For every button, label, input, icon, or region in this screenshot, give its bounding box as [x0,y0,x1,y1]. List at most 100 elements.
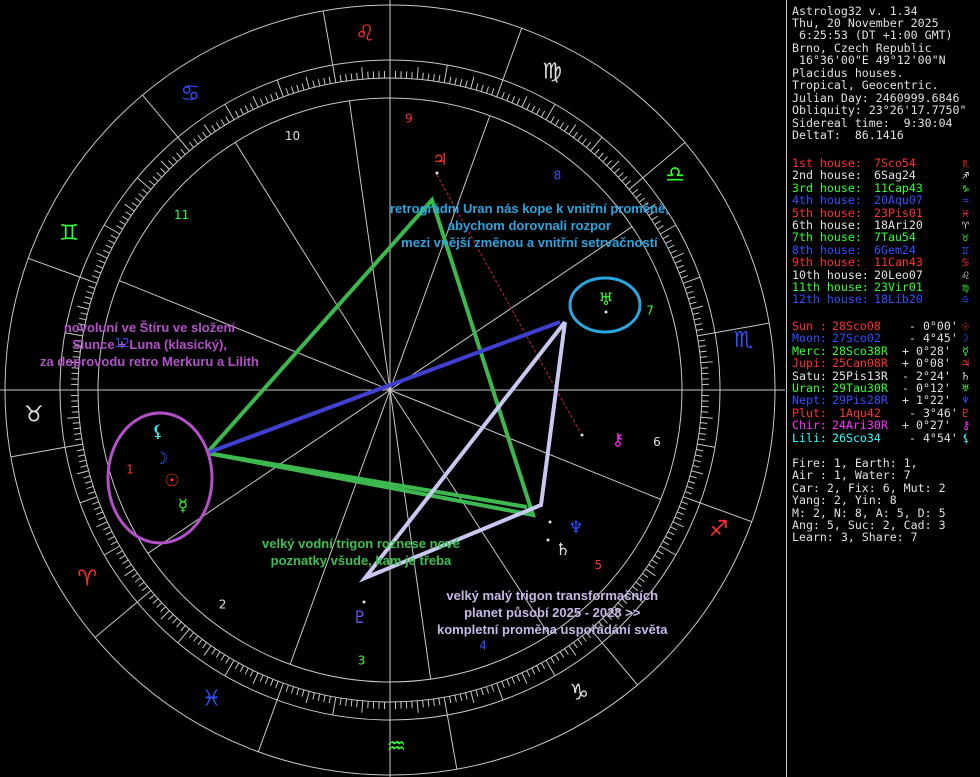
stats-line: Yang: 2, Yin: 8 [792,493,897,508]
degree-tick [464,692,468,700]
planet-label: Chir: [792,418,827,433]
uranus-icon: ♅ [598,290,613,310]
planet-label: Moon: [792,331,827,346]
degree-tick [176,152,182,159]
house-number: 6 [653,435,661,449]
degree-tick [131,202,138,208]
degree-tick [119,554,126,560]
degree-tick [628,177,644,190]
degree-tick [485,686,490,694]
degree-tick [606,160,612,166]
degree-tick [491,88,495,96]
degree-tick [92,275,99,279]
degree-tick [422,72,424,80]
zodiac-sign-icon: ♓ [202,687,222,712]
chart-coords: 16°36'00"E 49°12'00"N [792,53,946,67]
degree-tick [464,80,468,88]
planet-position: 24Ari30R [832,418,888,433]
degree-tick [285,684,289,692]
degree-tick [84,296,92,300]
degree-tick [259,674,264,682]
degree-tick [689,475,697,479]
degree-tick [197,638,203,646]
degree-tick [79,276,97,284]
degree-tick [211,125,216,132]
degree-tick [105,244,113,249]
planet-speed: - 4°54' [902,430,958,445]
annotation-uranus: retrográdní Uran nás kope k vnitřní prom… [390,200,669,251]
house-cusp-line [348,100,391,391]
degree-tick [617,172,624,178]
house-number: 3 [358,654,366,668]
annotation-water-trigon: velký vodní trigon roznese nové poznatky… [262,535,460,569]
degree-tick [239,665,244,672]
degree-tick [361,67,364,80]
annotation-uranus-line: abychom dorovnali rozpor [447,218,612,233]
moon-icon: ☽ [153,449,168,469]
degree-tick [559,651,565,658]
degree-tick [220,654,226,661]
degree-tick [290,86,295,94]
degree-tick [422,700,424,708]
degree-tick [134,197,142,203]
degree-tick [312,692,316,700]
degree-tick [572,131,578,138]
degree-tick [554,654,560,661]
degree-tick [197,134,203,142]
degree-tick [305,76,310,89]
degree-tick [686,485,694,490]
degree-tick [496,79,504,97]
degree-tick [79,496,97,504]
degree-tick [160,168,166,174]
planet-glyph-icon: ♃ [962,356,969,371]
degree-tick [290,686,295,694]
degree-tick [536,108,541,115]
degree-tick [598,152,604,159]
house-cusp-label: 4th house: [792,193,862,208]
degree-tick [332,697,337,716]
degree-tick [581,138,587,145]
degree-tick [443,64,448,83]
degree-tick [610,160,620,170]
degree-tick [568,645,577,656]
degree-tick [459,79,463,87]
annotation-new-moon-line: novoluní ve Štíru ve složení [63,320,236,335]
degree-tick [693,317,701,321]
degree-tick [275,92,279,99]
degree-tick [691,305,704,310]
degree-tick [276,79,284,97]
annotation-water-trigon-line: poznatky všude, kam je třeba [270,553,452,568]
degree-tick [74,432,82,435]
degree-tick [361,700,364,713]
degree-tick [276,683,284,701]
degree-tick [323,77,326,85]
degree-tick [305,691,310,704]
degree-tick [693,459,701,463]
degree-tick [516,98,521,106]
degree-tick [83,475,91,479]
degree-tick [564,648,569,655]
degree-tick [88,285,96,289]
degree-tick [695,454,703,457]
degree-tick [96,521,108,528]
degree-tick [76,470,89,475]
degree-tick [648,564,655,569]
degree-tick [526,670,531,677]
degree-tick [92,501,99,505]
degree-tick [64,443,83,448]
annotation-new-moon: novoluní ve Štíru ve složení Slunce + Lu… [40,319,259,370]
zodiac-sign-icon: ♋ [181,82,201,107]
degree-tick [176,621,182,628]
degree-tick [470,76,475,89]
degree-tick [684,285,692,289]
house-cusp-value: 18Lib20 [874,292,923,307]
degree-tick [172,617,178,624]
degree-tick [168,160,174,166]
degree-tick [138,581,145,587]
annotation-outer-trigon-line: planet působí 2025 - 2028 >> [464,605,641,620]
degree-tick [674,516,682,521]
degree-tick [160,610,170,620]
planet-label: Nept: [792,393,827,408]
degree-tick [350,699,353,707]
degree-tick [688,296,696,300]
